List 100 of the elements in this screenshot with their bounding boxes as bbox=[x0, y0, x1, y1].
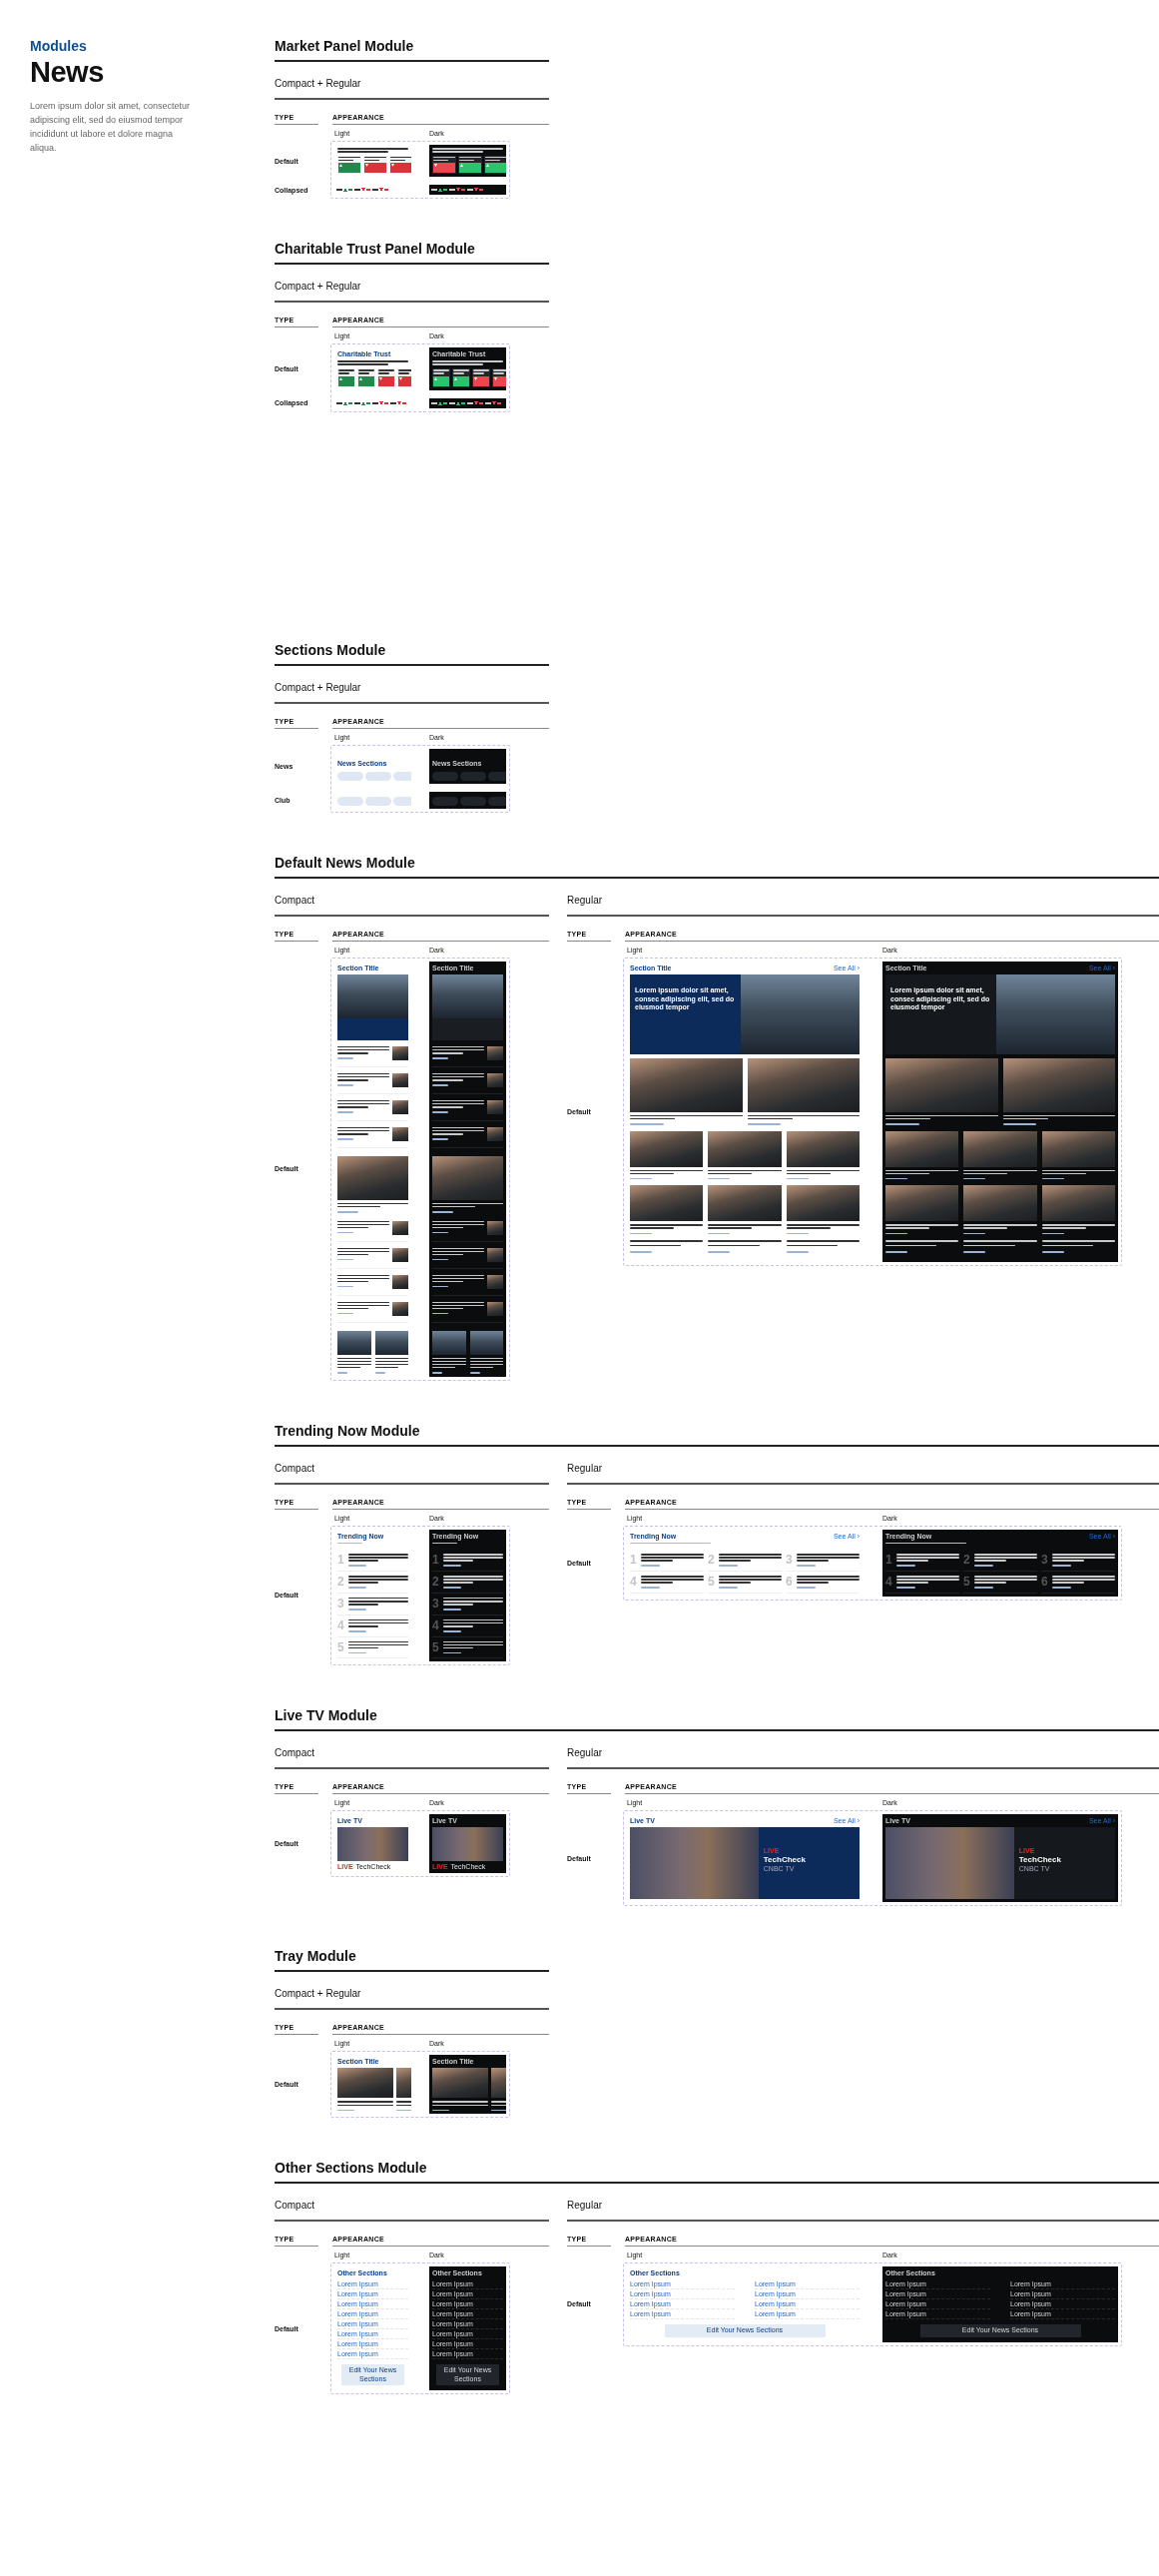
triangle-up-icon bbox=[434, 376, 437, 380]
text-line-drawing bbox=[372, 189, 378, 192]
photo-placeholder bbox=[487, 1126, 503, 1141]
module-title: Tray Module bbox=[275, 1948, 549, 1973]
section-chip[interactable] bbox=[337, 771, 363, 781]
rank-number: 5 bbox=[963, 1575, 971, 1588]
text-line-drawing bbox=[431, 189, 437, 192]
text-line-drawing bbox=[485, 401, 491, 404]
text-line-drawing bbox=[336, 401, 342, 404]
module-title: Trending Now Module bbox=[275, 1422, 1159, 1447]
section-chip[interactable] bbox=[460, 771, 486, 781]
rank-number: 2 bbox=[963, 1554, 971, 1567]
variant-label: Compact bbox=[275, 2194, 549, 2223]
show-title: TechCheck bbox=[1018, 1855, 1061, 1865]
variant-label: Compact + Regular bbox=[275, 72, 549, 100]
rank-number: 2 bbox=[337, 1575, 345, 1588]
text-lines-drawing bbox=[443, 1618, 503, 1632]
text-lines-drawing bbox=[337, 148, 408, 153]
section-chip[interactable] bbox=[432, 796, 458, 806]
triangle-up-icon bbox=[454, 376, 457, 380]
text-lines-drawing bbox=[337, 1202, 408, 1213]
triangle-up-icon bbox=[460, 164, 463, 168]
text-line-drawing bbox=[431, 401, 437, 404]
text-lines-drawing bbox=[433, 369, 449, 374]
video-placeholder bbox=[337, 1827, 408, 1862]
triangle-up-icon bbox=[486, 164, 489, 168]
photo-placeholder bbox=[432, 1155, 503, 1200]
text-lines-drawing bbox=[398, 369, 411, 374]
text-lines-drawing bbox=[453, 369, 469, 374]
text-lines-drawing bbox=[374, 1357, 408, 1374]
text-lines-drawing bbox=[348, 1554, 408, 1567]
rank-number: 4 bbox=[432, 1618, 440, 1631]
caption-box bbox=[432, 1017, 503, 1040]
text-lines-drawing bbox=[337, 1126, 389, 1140]
variant-label: Regular bbox=[567, 1741, 1159, 1770]
variant-label: Compact bbox=[275, 1456, 549, 1485]
text-lines-drawing bbox=[337, 1274, 389, 1288]
triangle-down-icon bbox=[379, 376, 382, 380]
text-lines-drawing bbox=[433, 156, 455, 162]
text-lines-drawing bbox=[432, 2101, 488, 2112]
text-lines-drawing bbox=[485, 156, 506, 162]
text-lines-drawing bbox=[797, 1554, 860, 1567]
text-lines-drawing bbox=[896, 1575, 959, 1589]
text-lines-drawing bbox=[432, 1247, 484, 1261]
text-line-drawing bbox=[449, 401, 455, 404]
text-lines-drawing bbox=[459, 156, 481, 162]
rank-number: 1 bbox=[432, 1554, 440, 1567]
section-chip[interactable] bbox=[432, 771, 458, 781]
text-lines-drawing bbox=[1052, 1554, 1115, 1567]
text-line-drawing bbox=[354, 189, 360, 192]
section-chip[interactable] bbox=[393, 771, 411, 781]
module-title: Sections Module bbox=[275, 641, 549, 666]
text-lines-drawing bbox=[432, 1301, 484, 1315]
rank-number: 3 bbox=[337, 1597, 345, 1610]
text-line-drawing bbox=[467, 189, 473, 192]
text-lines-drawing bbox=[338, 156, 360, 162]
rank-number: 1 bbox=[885, 1554, 893, 1567]
text-lines-drawing bbox=[443, 1597, 503, 1610]
text-line-drawing bbox=[449, 189, 455, 192]
section-chip[interactable] bbox=[393, 796, 411, 806]
text-lines-drawing bbox=[337, 1099, 389, 1113]
text-lines-drawing bbox=[337, 1247, 389, 1261]
section-chip[interactable] bbox=[337, 796, 363, 806]
variant-label: Compact bbox=[275, 1741, 549, 1770]
photo-placeholder bbox=[487, 1072, 503, 1087]
photo-placeholder bbox=[392, 1126, 408, 1141]
photo-placeholder bbox=[432, 2068, 488, 2099]
text-lines-drawing bbox=[473, 369, 489, 374]
text-lines-drawing bbox=[432, 148, 503, 153]
text-lines-drawing bbox=[443, 1554, 503, 1567]
photo-placeholder bbox=[392, 1274, 408, 1289]
photo-placeholder bbox=[487, 1220, 503, 1235]
triangle-up-icon bbox=[359, 376, 362, 380]
section-chip[interactable] bbox=[365, 771, 391, 781]
variant-label: Compact + Regular bbox=[275, 275, 549, 304]
text-lines-drawing bbox=[432, 1072, 484, 1086]
text-lines-drawing bbox=[469, 1357, 503, 1374]
section-chip[interactable] bbox=[460, 796, 486, 806]
text-lines-drawing bbox=[493, 369, 506, 374]
variant-label: Compact + Regular bbox=[275, 675, 549, 704]
text-line-drawing bbox=[390, 401, 396, 404]
triangle-down-icon bbox=[391, 164, 394, 168]
text-lines-drawing bbox=[337, 1301, 389, 1315]
section-chip[interactable] bbox=[365, 796, 391, 806]
text-lines-drawing bbox=[974, 1575, 1037, 1589]
photo-placeholder bbox=[392, 1220, 408, 1235]
text-lines-drawing bbox=[974, 1554, 1037, 1567]
page-title: News bbox=[30, 56, 105, 89]
photo-placeholder bbox=[392, 1072, 408, 1087]
text-lines-drawing bbox=[337, 1072, 389, 1086]
section-chip[interactable] bbox=[488, 771, 506, 781]
text-lines-drawing bbox=[337, 1220, 389, 1234]
text-line-drawing bbox=[467, 401, 473, 404]
page-description: Lorem ipsum dolor sit amet, consectetur adipiscing elit, sed do eiusmod tempor incididunt ut labore et dolore magna aliqua. bbox=[30, 100, 192, 155]
photo-placeholder bbox=[487, 1301, 503, 1316]
rank-number: 6 bbox=[1041, 1575, 1049, 1588]
photo-placeholder bbox=[392, 1045, 408, 1060]
photo-placeholder bbox=[469, 1330, 503, 1355]
photo-placeholder bbox=[337, 1155, 408, 1200]
section-chip[interactable] bbox=[488, 796, 506, 806]
